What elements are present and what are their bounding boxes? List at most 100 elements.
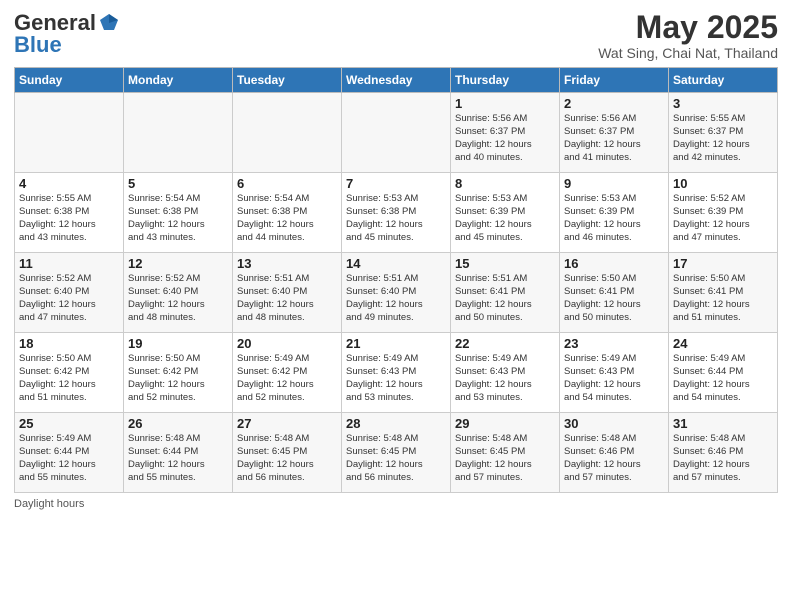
calendar-cell: 21 Sunrise: 5:49 AM Sunset: 6:43 PM Dayli… xyxy=(342,333,451,413)
calendar-header-row: SundayMondayTuesdayWednesdayThursdayFrid… xyxy=(15,68,778,93)
daylight-label: Daylight hours xyxy=(14,498,84,510)
day-number: 25 xyxy=(19,416,119,431)
day-number: 12 xyxy=(128,256,228,271)
calendar-cell: 14 Sunrise: 5:51 AM Sunset: 6:40 PM Dayli… xyxy=(342,253,451,333)
calendar-cell: 22 Sunrise: 5:49 AM Sunset: 6:43 PM Dayli… xyxy=(451,333,560,413)
calendar-cell: 13Sunrise: 5:51 AM Sunset: 6:40 PM Dayli… xyxy=(233,253,342,333)
day-number: 29 xyxy=(455,416,555,431)
day-number: 5 xyxy=(128,176,228,191)
weekday-header: Monday xyxy=(124,68,233,93)
calendar-cell: 23Sunrise: 5:49 AM Sunset: 6:43 PM Dayli… xyxy=(560,333,669,413)
calendar-cell: 1Sunrise: 5:56 AM Sunset: 6:37 PM Daylig… xyxy=(451,93,560,173)
cell-info: Sunrise: 5:51 AM Sunset: 6:40 PM Dayligh… xyxy=(346,273,446,324)
header: General Blue May 2025 Wat Sing, Chai Nat… xyxy=(14,10,778,61)
cell-info: Sunrise: 5:49 AM Sunset: 6:44 PM Dayligh… xyxy=(19,433,119,484)
calendar-table: SundayMondayTuesdayWednesdayThursdayFrid… xyxy=(14,67,778,493)
cell-info: Sunrise: 5:55 AM Sunset: 6:38 PM Dayligh… xyxy=(19,193,119,244)
calendar-cell: 8Sunrise: 5:53 AM Sunset: 6:39 PM Daylig… xyxy=(451,173,560,253)
calendar-cell: 18 Sunrise: 5:50 AM Sunset: 6:42 PM Dayli… xyxy=(15,333,124,413)
cell-info: Sunrise: 5:50 AM Sunset: 6:41 PM Dayligh… xyxy=(564,273,664,324)
day-number: 28 xyxy=(346,416,446,431)
cell-info: Sunrise: 5:50 AM Sunset: 6:42 PM Dayligh… xyxy=(128,353,228,404)
calendar-cell: 26 Sunrise: 5:48 AM Sunset: 6:44 PM Dayli… xyxy=(124,413,233,493)
day-number: 18 xyxy=(19,336,119,351)
calendar-cell: 27Sunrise: 5:48 AM Sunset: 6:45 PM Dayli… xyxy=(233,413,342,493)
calendar-cell: 4 Sunrise: 5:55 AM Sunset: 6:38 PM Daylig… xyxy=(15,173,124,253)
calendar-cell: 7Sunrise: 5:53 AM Sunset: 6:38 PM Daylig… xyxy=(342,173,451,253)
cell-info: Sunrise: 5:49 AM Sunset: 6:44 PM Dayligh… xyxy=(673,353,773,404)
day-number: 10 xyxy=(673,176,773,191)
footer: Daylight hours xyxy=(14,498,778,510)
calendar-cell: 16 Sunrise: 5:50 AM Sunset: 6:41 PM Dayli… xyxy=(560,253,669,333)
cell-info: Sunrise: 5:49 AM Sunset: 6:43 PM Dayligh… xyxy=(455,353,555,404)
logo: General Blue xyxy=(14,10,120,58)
day-number: 9 xyxy=(564,176,664,191)
calendar-subtitle: Wat Sing, Chai Nat, Thailand xyxy=(598,45,778,61)
calendar-cell: 29 Sunrise: 5:48 AM Sunset: 6:45 PM Dayli… xyxy=(451,413,560,493)
cell-info: Sunrise: 5:49 AM Sunset: 6:43 PM Dayligh… xyxy=(564,353,664,404)
cell-info: Sunrise: 5:48 AM Sunset: 6:44 PM Dayligh… xyxy=(128,433,228,484)
calendar-cell: 6 Sunrise: 5:54 AM Sunset: 6:38 PM Daylig… xyxy=(233,173,342,253)
weekday-header: Saturday xyxy=(669,68,778,93)
calendar-cell: 31 Sunrise: 5:48 AM Sunset: 6:46 PM Dayli… xyxy=(669,413,778,493)
calendar-cell: 28 Sunrise: 5:48 AM Sunset: 6:45 PM Dayli… xyxy=(342,413,451,493)
cell-info: Sunrise: 5:51 AM Sunset: 6:41 PM Dayligh… xyxy=(455,273,555,324)
calendar-cell: 19 Sunrise: 5:50 AM Sunset: 6:42 PM Dayli… xyxy=(124,333,233,413)
weekday-header: Thursday xyxy=(451,68,560,93)
day-number: 24 xyxy=(673,336,773,351)
day-number: 20 xyxy=(237,336,337,351)
calendar-cell: 15 Sunrise: 5:51 AM Sunset: 6:41 PM Dayli… xyxy=(451,253,560,333)
calendar-cell xyxy=(233,93,342,173)
weekday-header: Wednesday xyxy=(342,68,451,93)
calendar-cell: 3Sunrise: 5:55 AM Sunset: 6:37 PM Daylig… xyxy=(669,93,778,173)
calendar-cell: 20Sunrise: 5:49 AM Sunset: 6:42 PM Dayli… xyxy=(233,333,342,413)
cell-info: Sunrise: 5:48 AM Sunset: 6:45 PM Dayligh… xyxy=(455,433,555,484)
calendar-cell xyxy=(342,93,451,173)
cell-info: Sunrise: 5:50 AM Sunset: 6:42 PM Dayligh… xyxy=(19,353,119,404)
cell-info: Sunrise: 5:56 AM Sunset: 6:37 PM Dayligh… xyxy=(564,113,664,164)
day-number: 30 xyxy=(564,416,664,431)
cell-info: Sunrise: 5:54 AM Sunset: 6:38 PM Dayligh… xyxy=(128,193,228,244)
day-number: 8 xyxy=(455,176,555,191)
calendar-cell xyxy=(124,93,233,173)
cell-info: Sunrise: 5:48 AM Sunset: 6:45 PM Dayligh… xyxy=(346,433,446,484)
day-number: 3 xyxy=(673,96,773,111)
calendar-week-row: 18 Sunrise: 5:50 AM Sunset: 6:42 PM Dayli… xyxy=(15,333,778,413)
calendar-title: May 2025 xyxy=(598,10,778,45)
calendar-cell: 25 Sunrise: 5:49 AM Sunset: 6:44 PM Dayli… xyxy=(15,413,124,493)
day-number: 16 xyxy=(564,256,664,271)
day-number: 31 xyxy=(673,416,773,431)
day-number: 22 xyxy=(455,336,555,351)
calendar-cell: 17Sunrise: 5:50 AM Sunset: 6:41 PM Dayli… xyxy=(669,253,778,333)
day-number: 6 xyxy=(237,176,337,191)
day-number: 14 xyxy=(346,256,446,271)
weekday-header: Tuesday xyxy=(233,68,342,93)
cell-info: Sunrise: 5:52 AM Sunset: 6:39 PM Dayligh… xyxy=(673,193,773,244)
main-container: General Blue May 2025 Wat Sing, Chai Nat… xyxy=(0,0,792,612)
weekday-header: Friday xyxy=(560,68,669,93)
logo-blue-text: Blue xyxy=(14,32,62,58)
calendar-cell xyxy=(15,93,124,173)
day-number: 15 xyxy=(455,256,555,271)
calendar-cell: 5 Sunrise: 5:54 AM Sunset: 6:38 PM Daylig… xyxy=(124,173,233,253)
calendar-cell: 2 Sunrise: 5:56 AM Sunset: 6:37 PM Daylig… xyxy=(560,93,669,173)
cell-info: Sunrise: 5:54 AM Sunset: 6:38 PM Dayligh… xyxy=(237,193,337,244)
day-number: 26 xyxy=(128,416,228,431)
day-number: 21 xyxy=(346,336,446,351)
day-number: 17 xyxy=(673,256,773,271)
day-number: 2 xyxy=(564,96,664,111)
day-number: 11 xyxy=(19,256,119,271)
cell-info: Sunrise: 5:48 AM Sunset: 6:46 PM Dayligh… xyxy=(673,433,773,484)
cell-info: Sunrise: 5:51 AM Sunset: 6:40 PM Dayligh… xyxy=(237,273,337,324)
cell-info: Sunrise: 5:52 AM Sunset: 6:40 PM Dayligh… xyxy=(19,273,119,324)
cell-info: Sunrise: 5:52 AM Sunset: 6:40 PM Dayligh… xyxy=(128,273,228,324)
day-number: 27 xyxy=(237,416,337,431)
day-number: 7 xyxy=(346,176,446,191)
cell-info: Sunrise: 5:49 AM Sunset: 6:43 PM Dayligh… xyxy=(346,353,446,404)
cell-info: Sunrise: 5:56 AM Sunset: 6:37 PM Dayligh… xyxy=(455,113,555,164)
calendar-cell: 11 Sunrise: 5:52 AM Sunset: 6:40 PM Dayli… xyxy=(15,253,124,333)
day-number: 4 xyxy=(19,176,119,191)
day-number: 19 xyxy=(128,336,228,351)
calendar-cell: 10 Sunrise: 5:52 AM Sunset: 6:39 PM Dayli… xyxy=(669,173,778,253)
calendar-cell: 12 Sunrise: 5:52 AM Sunset: 6:40 PM Dayli… xyxy=(124,253,233,333)
